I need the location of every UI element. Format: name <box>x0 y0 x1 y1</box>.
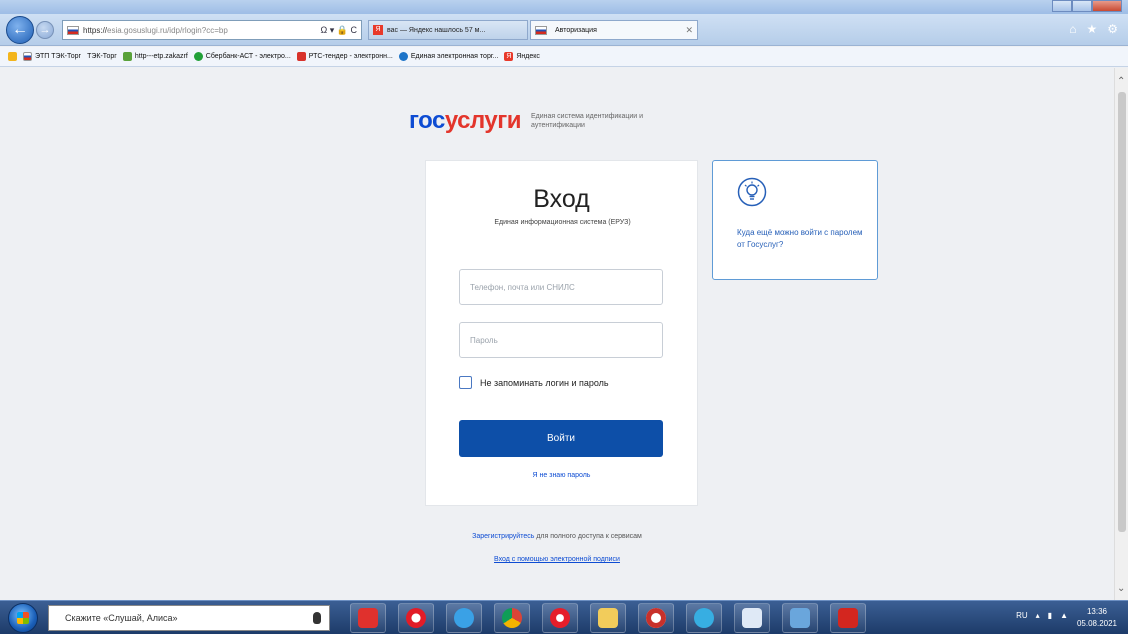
scroll-down-icon[interactable]: ⌄ <box>1117 583 1125 594</box>
tab-label: Авторизация <box>555 26 597 34</box>
favorite-item[interactable]: http---etp.zakazrf <box>122 52 188 61</box>
minimize-button[interactable] <box>1052 0 1072 12</box>
window-controls <box>1052 0 1122 12</box>
address-host: esia.gosuslugi.ru <box>107 25 168 35</box>
forgot-password-link[interactable]: Я не знаю пароль <box>426 472 697 479</box>
tray-arrow-icon[interactable]: ▴ <box>1036 611 1040 620</box>
monitor-icon[interactable] <box>782 603 818 633</box>
register-text: для полного доступа к сервисам <box>534 533 642 540</box>
yandex-browser-icon[interactable] <box>542 603 578 633</box>
red-app-icon[interactable] <box>350 603 386 633</box>
sber-icon <box>193 52 203 61</box>
alice-search-box[interactable]: Скажите «Слушай, Алиса» <box>48 605 330 631</box>
remember-row: Не запоминать логин и пароль <box>459 376 609 389</box>
clock-date: 05.08.2021 <box>1076 619 1118 628</box>
yandex-icon: Я <box>504 52 514 61</box>
clock-time: 13:36 <box>1086 607 1108 616</box>
chrome-icon[interactable] <box>494 603 530 633</box>
logo-wordmark: госуслуги <box>409 107 522 134</box>
microphone-icon[interactable] <box>313 612 321 624</box>
close-window-button[interactable] <box>1091 0 1122 12</box>
favorite-item[interactable]: ЭТП ТЭК-Торг <box>23 52 81 61</box>
scroll-up-icon[interactable]: ⌃ <box>1117 76 1125 87</box>
login-input[interactable]: Телефон, почта или СНИЛС <box>459 269 663 305</box>
login-card: Вход Единая информационная система (ЕРУЗ… <box>425 160 698 506</box>
close-tab-icon[interactable]: ✕ <box>685 25 697 36</box>
folder-icon[interactable] <box>590 603 626 633</box>
clock[interactable]: 13:36 05.08.2021 <box>1074 606 1120 630</box>
maximize-button[interactable] <box>1071 0 1092 12</box>
volume-icon[interactable]: ▲ <box>1060 611 1068 620</box>
roseltorg-icon <box>398 52 408 61</box>
address-scheme: https:// <box>83 25 108 35</box>
forward-button[interactable]: → <box>36 21 54 39</box>
remember-checkbox[interactable] <box>459 376 472 389</box>
address-path: /idp/rlogin?cc=bp <box>167 25 228 35</box>
login-subtitle: Единая информационная система (ЕРУЗ) <box>494 219 631 226</box>
yandex-icon: Я <box>373 25 383 35</box>
esign-login-link[interactable]: Вход с помощью электронной подписи <box>494 556 620 563</box>
yandex-disk-icon[interactable] <box>638 603 674 633</box>
esign-line: Вход с помощью электронной подписи <box>0 556 1114 563</box>
gear-icon[interactable]: ⚙ <box>1107 22 1118 36</box>
ie-icon[interactable] <box>446 603 482 633</box>
language-indicator[interactable]: RU <box>1016 611 1028 620</box>
vertical-scrollbar[interactable]: ⌃ ⌄ <box>1114 68 1128 600</box>
rts-icon <box>296 52 306 61</box>
flag-icon <box>67 25 79 35</box>
favorite-item[interactable]: РТС-тендер - электронн... <box>296 52 393 61</box>
network-icon[interactable]: ▮ <box>1048 611 1052 620</box>
scroll-thumb[interactable] <box>1118 92 1126 532</box>
favorite-item[interactable]: ТЭК-Торг <box>87 53 117 60</box>
favorite-item[interactable]: Сбербанк-АСТ - электро... <box>193 52 291 61</box>
register-link[interactable]: Зарегистрируйтесь <box>472 533 534 540</box>
page-content: госуслуги Единая система идентификации и… <box>0 68 1114 600</box>
tab-yandex[interactable]: Я вас — Яндекс нашлось 57 м... <box>368 20 528 40</box>
window-icon[interactable] <box>734 603 770 633</box>
system-tray: RU ▴ ▮ ▲ <box>1016 611 1068 620</box>
telegram-icon[interactable] <box>686 603 722 633</box>
taskbar: Скажите «Слушай, Алиса» RU ▴ ▮ ▲ 13:36 0… <box>0 600 1128 634</box>
browser-navbar: ← → https:// esia.gosuslugi.ru /idp/rlog… <box>0 14 1128 46</box>
star-icon[interactable]: ★ <box>1086 22 1097 36</box>
address-bar[interactable]: https:// esia.gosuslugi.ru /idp/rlogin?c… <box>62 20 362 40</box>
tab-authorization[interactable]: Авторизация ✕ <box>530 20 698 40</box>
alt-login-card[interactable]: Куда ещё можно войти с паролем от Госусл… <box>712 160 878 280</box>
remember-label[interactable]: Не запоминать логин и пароль <box>480 378 609 388</box>
favorites-bar: ЭТП ТЭК-Торг ТЭК-Торг http---etp.zakazrf… <box>0 47 1128 67</box>
tab-label: вас — Яндекс нашлось 57 м... <box>387 26 486 34</box>
window-titlebar <box>0 0 1128 14</box>
register-line: Зарегистрируйтесь для полного доступа к … <box>0 533 1114 540</box>
gosuslugi-logo: госуслуги Единая система идентификации и… <box>409 107 681 135</box>
flag-icon <box>535 25 547 35</box>
flag-icon <box>23 52 32 61</box>
home-icon[interactable]: ⌂ <box>1069 22 1076 36</box>
pdf-icon[interactable] <box>830 603 866 633</box>
login-button[interactable]: Войти <box>459 420 663 457</box>
alice-placeholder: Скажите «Слушай, Алиса» <box>65 613 178 623</box>
lightbulb-icon <box>737 177 767 207</box>
favorite-item[interactable]: Единая электронная торг... <box>398 52 498 61</box>
alt-login-text[interactable]: Куда ещё можно войти с паролем от Госусл… <box>737 227 867 251</box>
browser-toolbar-right: ⌂ ★ ⚙ <box>1069 22 1118 36</box>
zakaz-icon <box>122 52 132 61</box>
password-input[interactable]: Пароль <box>459 322 663 358</box>
opera-icon[interactable] <box>398 603 434 633</box>
logo-subtitle: Единая система идентификации и аутентифи… <box>531 113 644 129</box>
favorite-item[interactable]: Я Яндекс <box>504 52 540 61</box>
start-button[interactable] <box>8 603 38 633</box>
address-tools[interactable]: Ω ▾ 🔒 C <box>321 25 361 36</box>
favorites-star-icon[interactable] <box>8 52 17 61</box>
login-title: Вход <box>533 185 590 213</box>
back-button[interactable]: ← <box>6 16 34 44</box>
